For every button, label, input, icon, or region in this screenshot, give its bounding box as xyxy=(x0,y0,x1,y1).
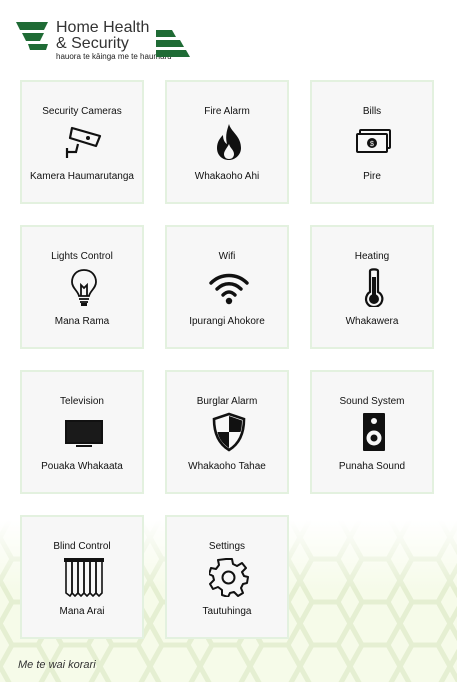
gear-icon xyxy=(209,558,249,597)
tile-burglar-alarm[interactable]: Burglar Alarm Whakaoho Tahae xyxy=(165,370,289,494)
wifi-icon xyxy=(209,273,249,305)
tile-label-mi: Pire xyxy=(363,171,381,182)
blinds-icon xyxy=(64,558,104,597)
tile-lights-control[interactable]: Lights Control Mana Rama xyxy=(20,225,144,349)
tile-label-mi: Mana Arai xyxy=(59,606,105,617)
tile-label-mi: Whakawera xyxy=(345,316,399,327)
tile-label-mi: Ipurangi Ahokore xyxy=(189,316,265,327)
security-camera-icon xyxy=(65,126,102,158)
tile-label-en: Television xyxy=(60,396,104,407)
tile-label-mi: Tautuhinga xyxy=(202,606,252,617)
tile-wifi[interactable]: Wifi Ipurangi Ahokore xyxy=(165,225,289,349)
logo-mark-icon xyxy=(16,22,48,50)
logo-chevron-icon xyxy=(156,30,190,57)
tile-heating[interactable]: Heating Whakawera xyxy=(310,225,434,349)
speaker-icon xyxy=(363,413,385,451)
brand-title-line1: Home Health xyxy=(56,19,150,36)
tile-label-mi: Pouaka Whakaata xyxy=(41,461,123,472)
tile-label-mi: Whakaoho Tahae xyxy=(188,461,266,472)
tile-sound-system[interactable]: Sound System Punaha Sound xyxy=(310,370,434,494)
tile-blind-control[interactable]: Blind Control Mana Arai xyxy=(20,515,144,639)
tile-bills[interactable]: Bills $ Pire xyxy=(310,80,434,204)
tile-label-en: Lights Control xyxy=(51,251,113,262)
tile-label-en: Security Cameras xyxy=(42,106,122,117)
thermometer-icon xyxy=(364,268,384,307)
tile-label-mi: Whakaoho Ahi xyxy=(194,171,260,182)
tile-label-mi: Punaha Sound xyxy=(338,461,406,472)
tile-label-en: Bills xyxy=(362,106,382,117)
brand-title-line2: & Security xyxy=(56,35,129,52)
tile-label-en: Settings xyxy=(208,541,246,552)
tile-security-cameras[interactable]: Security Cameras Kamera Haumarutanga xyxy=(20,80,144,204)
tile-label-en: Fire Alarm xyxy=(204,106,250,117)
shield-icon xyxy=(212,412,246,452)
bills-icon: $ xyxy=(356,129,391,153)
brand-logo: Home Health & Security hauora te kāinga … xyxy=(14,20,194,62)
footer-text: Me te wai korari xyxy=(18,659,96,671)
tile-label-en: Blind Control xyxy=(53,541,111,552)
svg-text:$: $ xyxy=(370,141,374,148)
tile-fire-alarm[interactable]: Fire Alarm Whakaoho Ahi xyxy=(165,80,289,204)
tile-television[interactable]: Television Pouaka Whakaata xyxy=(20,370,144,494)
tile-label-mi: Kamera Haumarutanga xyxy=(30,171,134,182)
tile-label-en: Burglar Alarm xyxy=(196,396,258,407)
tile-label-mi: Mana Rama xyxy=(54,316,110,327)
television-icon xyxy=(65,420,103,447)
light-bulb-icon xyxy=(71,269,97,306)
tile-label-en: Sound System xyxy=(339,396,405,407)
fire-icon xyxy=(217,124,241,160)
tile-settings[interactable]: Settings Tautuhinga xyxy=(165,515,289,639)
tile-label-en: Wifi xyxy=(218,251,236,262)
tile-label-en: Heating xyxy=(354,251,390,262)
